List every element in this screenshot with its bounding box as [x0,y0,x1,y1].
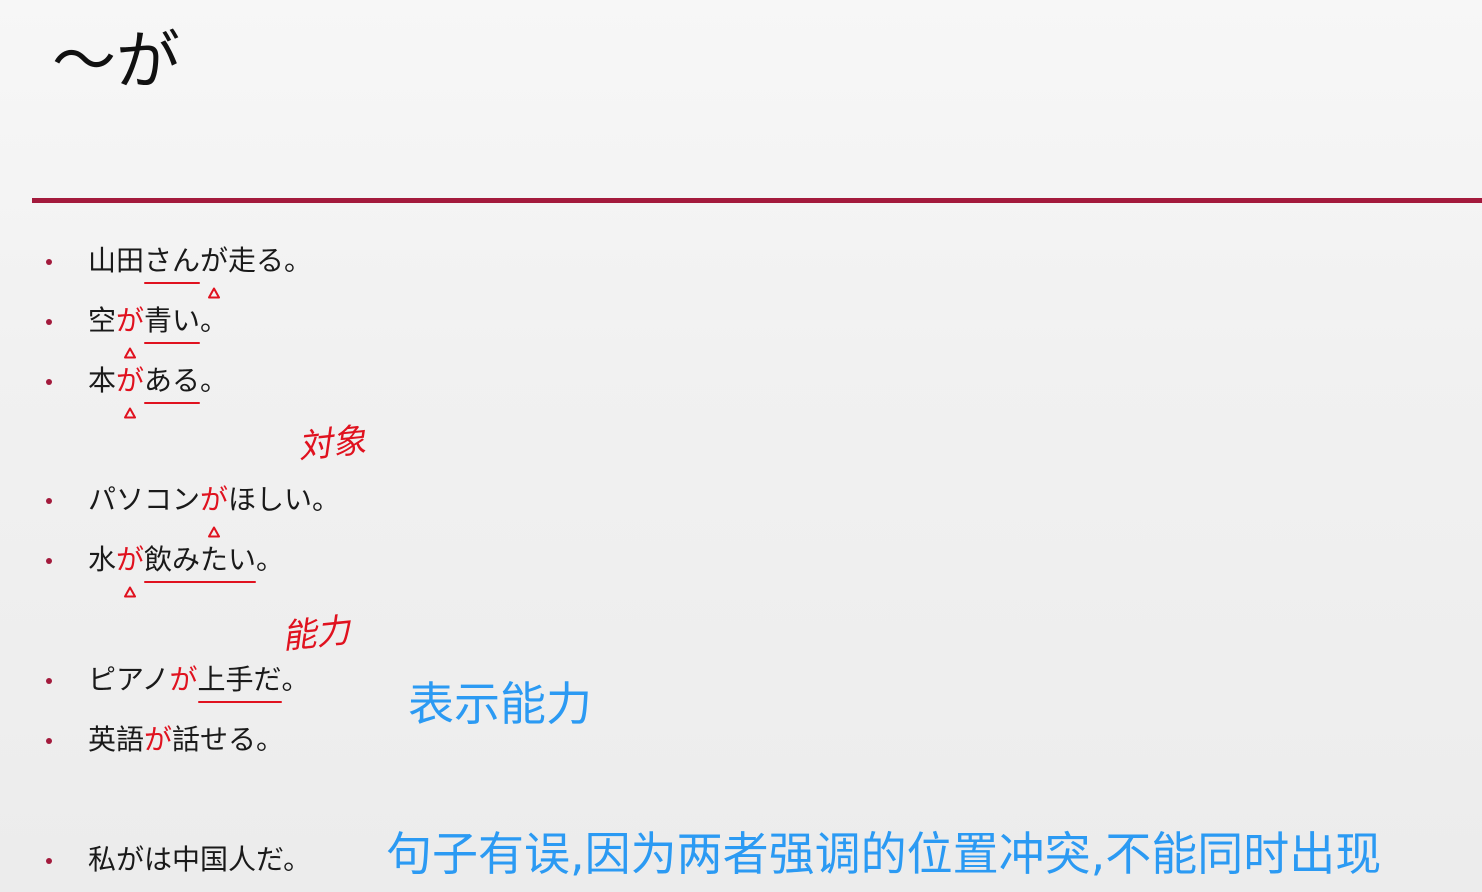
particle-ga: が [116,361,144,419]
triangle-mark-icon [124,407,137,419]
title-divider [32,198,1482,203]
example-item-2: 空が 青い。 [46,301,229,359]
sentence-segment: 。 [281,663,310,696]
sentence-segment: 山田 [88,244,145,277]
example-text: 英語が話せる。 [88,720,284,760]
bullet-dot [46,678,52,684]
example-item-7: 英語が話せる。 [46,720,284,760]
annotation-ability: 表示能力 [408,677,592,731]
handwritten-note-object: 対象 [296,420,368,468]
sentence-segment: 青い [144,301,201,344]
sentence-segment: ほしい。 [228,483,341,516]
example-text: 空が 青い。 [88,301,229,359]
bullet-dot [46,498,52,504]
triangle-mark-icon [208,287,221,299]
triangle-mark-icon [208,526,221,538]
sentence-segment: ある [144,361,201,404]
sentence-segment: 。 [200,364,229,397]
sentence-segment: ピアノ [88,663,170,696]
example-item-3: 本が ある。 [46,361,229,419]
example-text: ピアノが上手だ。 [88,660,310,703]
sentence-segment: 私がは中国人だ。 [88,843,312,876]
particle-ga: が [116,540,144,598]
bullet-dot [46,738,52,744]
sentence-segment: 走る。 [228,244,313,277]
sentence-segment: さん [144,241,201,284]
example-text: 水が 飲みたい。 [88,540,285,598]
example-text: 私がは中国人だ。 [88,840,311,880]
example-text: パソコンが ほしい。 [88,480,341,538]
example-item-1: 山田さんが 走る。 [46,241,313,299]
example-item-6: ピアノが上手だ。 [46,660,310,703]
annotation-error: 句子有误,因为两者强调的位置冲突,不能同时出现 [386,827,1382,881]
sentence-segment: 。 [200,304,229,337]
slide-title: ～が [52,25,180,99]
sentence-segment: 水 [88,543,117,576]
example-item-4: パソコンが ほしい。 [46,480,341,538]
handwritten-note-ability: 能力 [280,610,352,658]
example-text: 本が ある。 [88,361,229,419]
sentence-segment: が [200,241,228,299]
particle-ga: が [169,663,198,696]
example-text: 山田さんが 走る。 [88,241,313,299]
bullet-dot [46,379,52,385]
sentence-segment: 話せる。 [172,723,285,756]
triangle-mark-icon [124,347,137,359]
example-item-8: 私がは中国人だ。 [46,840,311,880]
bullet-dot [46,319,52,325]
sentence-segment: 英語 [88,723,145,756]
particle-ga: が [200,480,228,538]
sentence-segment: 。 [256,543,285,576]
sentence-segment: 本 [88,364,117,397]
sentence-segment: パソコン [88,483,201,516]
particle-ga: が [144,723,173,756]
bullet-dot [46,259,52,265]
particle-ga: が [116,301,144,359]
bullet-dot [46,558,52,564]
example-item-5: 水が 飲みたい。 [46,540,285,598]
sentence-segment: 飲みたい [144,540,257,583]
sentence-segment: 空 [88,304,117,337]
triangle-mark-icon [124,586,137,598]
bullet-dot [46,858,52,864]
sentence-segment: 上手だ [197,660,282,703]
